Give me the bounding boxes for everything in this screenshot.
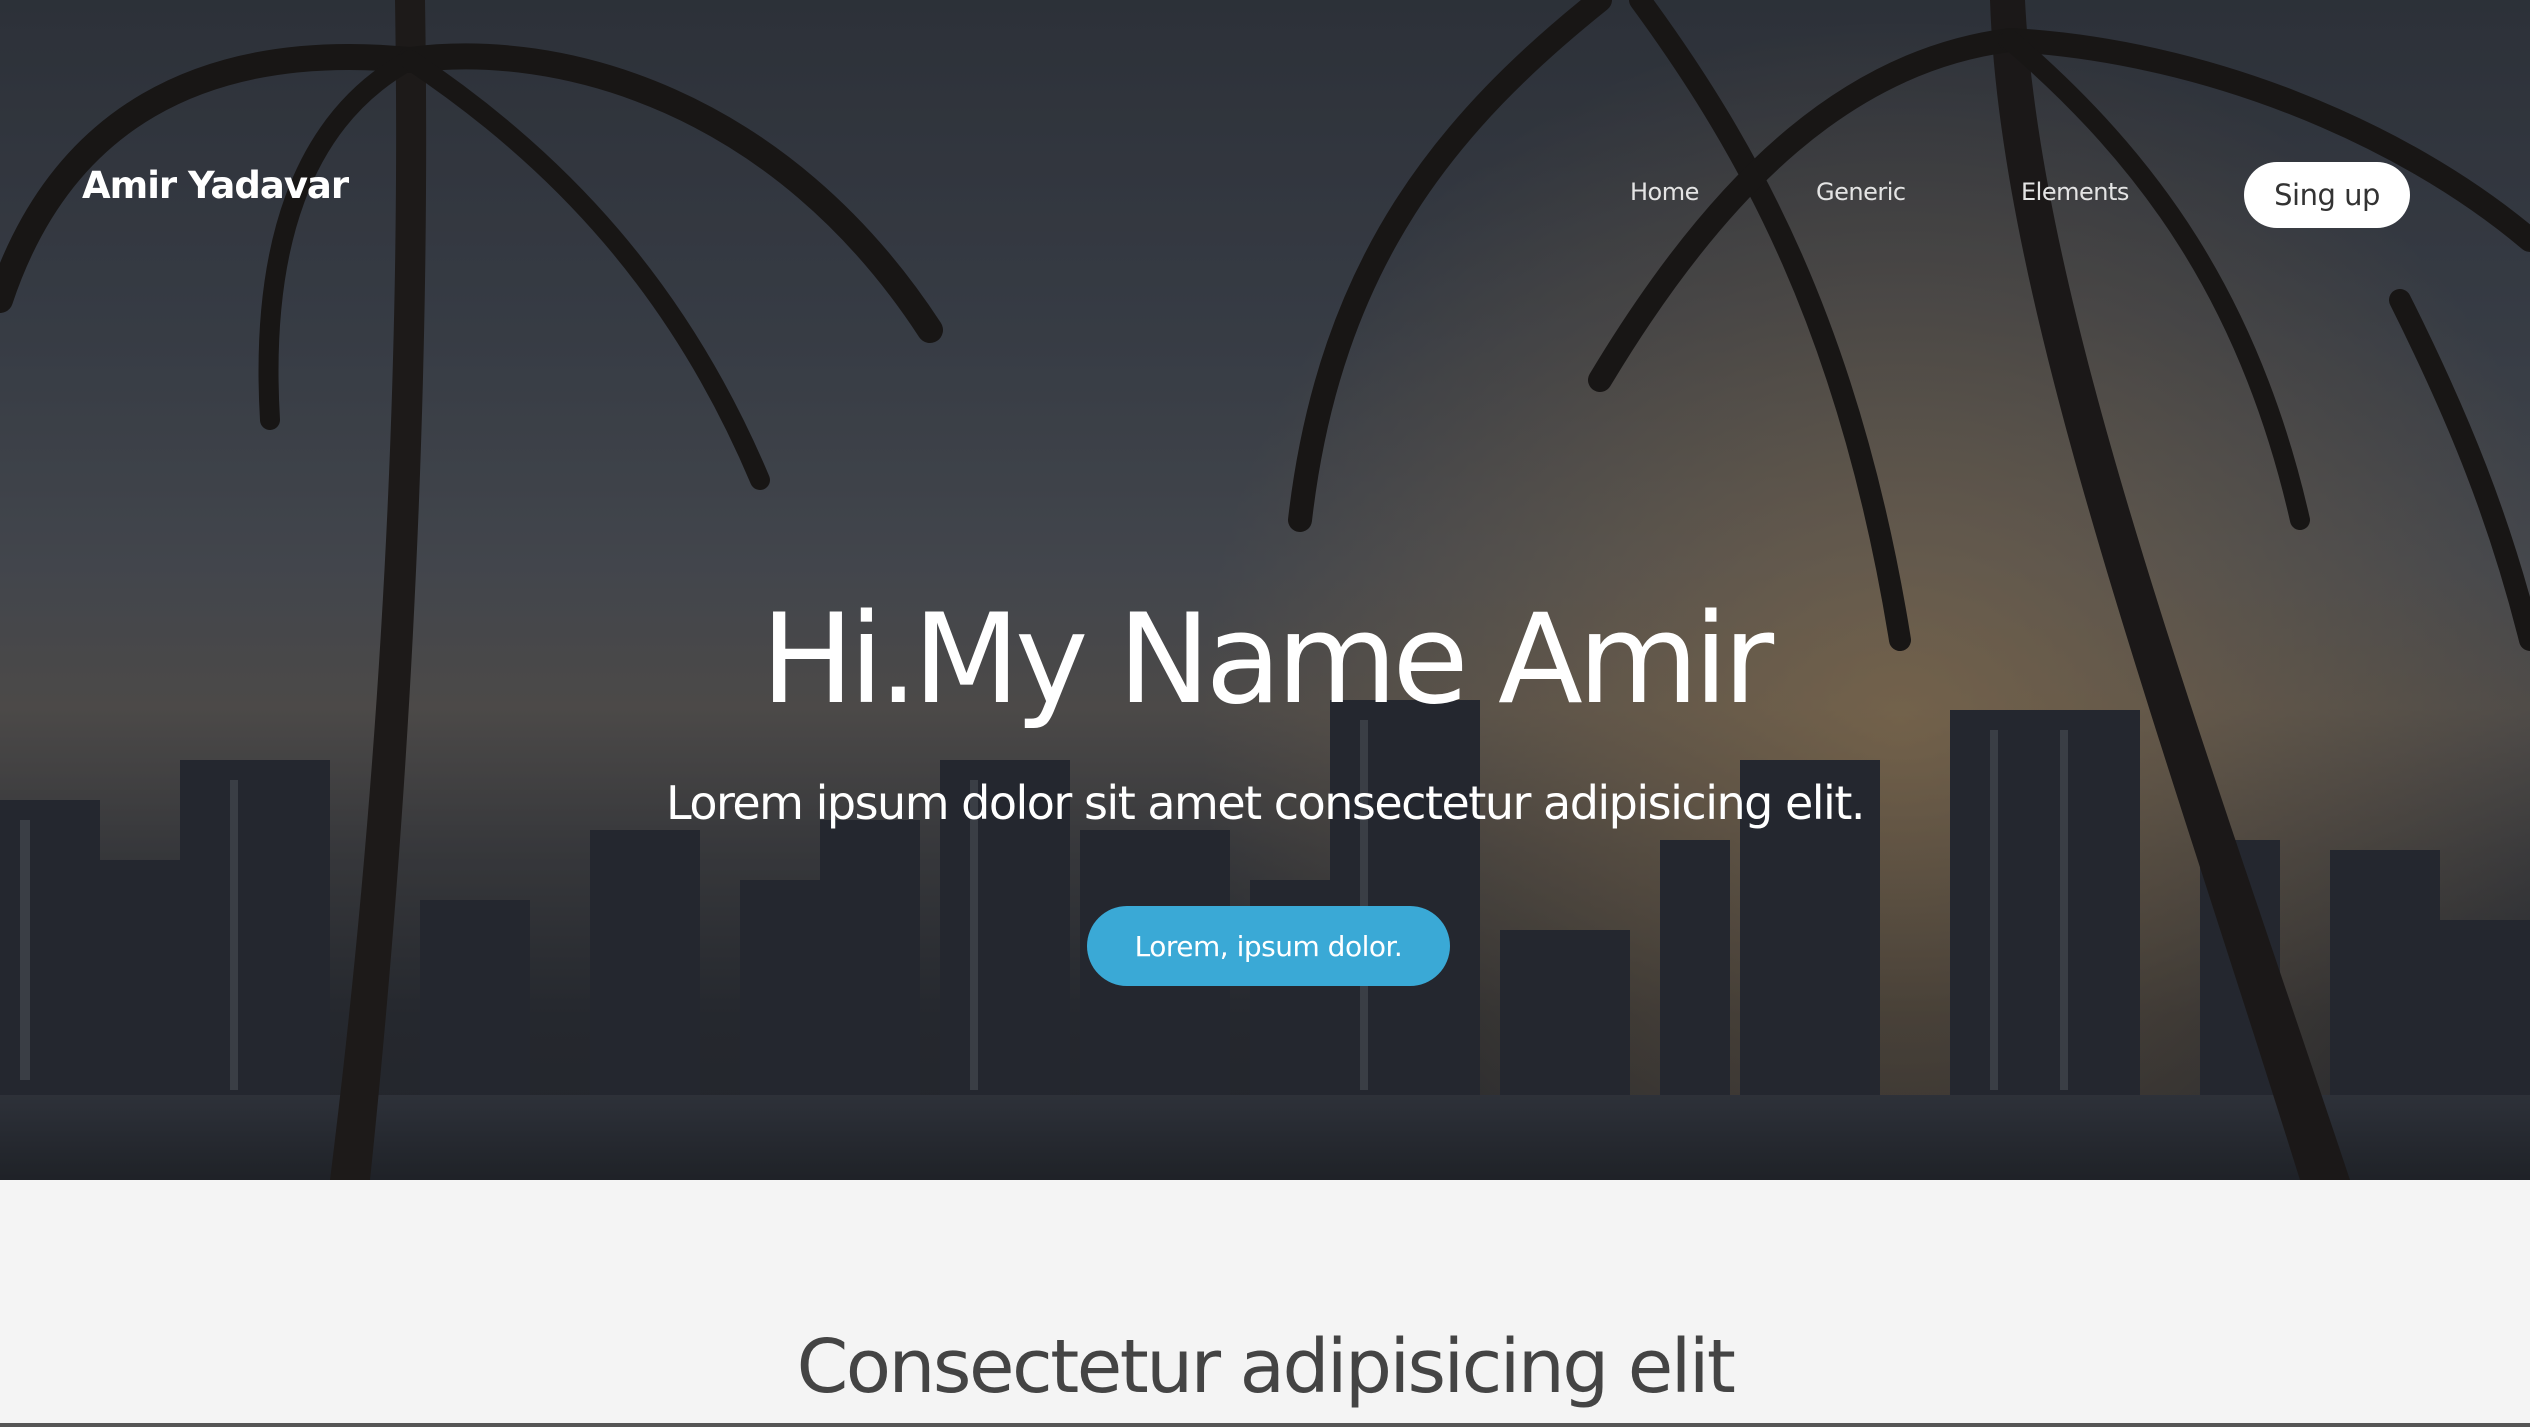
hero-title: Hi.My Name Amir bbox=[760, 588, 1774, 732]
signup-button[interactable]: Sing up bbox=[2244, 162, 2410, 228]
nav-elements-link[interactable]: Elements bbox=[2021, 178, 2129, 206]
hero-banner: Amir Yadavar Home Generic Elements Sing … bbox=[0, 0, 2530, 1180]
section-title: Consectetur adipisicing elit bbox=[796, 1324, 1736, 1410]
nav-home-link[interactable]: Home bbox=[1630, 178, 1699, 206]
page-bottom-divider bbox=[0, 1423, 2530, 1427]
hero-subtitle: Lorem ipsum dolor sit amet consectetur a… bbox=[666, 776, 1865, 830]
nav-generic-link[interactable]: Generic bbox=[1816, 178, 1906, 206]
hero-cta-button[interactable]: Lorem, ipsum dolor. bbox=[1087, 906, 1450, 986]
main-nav: Home Generic Elements bbox=[0, 178, 2530, 218]
